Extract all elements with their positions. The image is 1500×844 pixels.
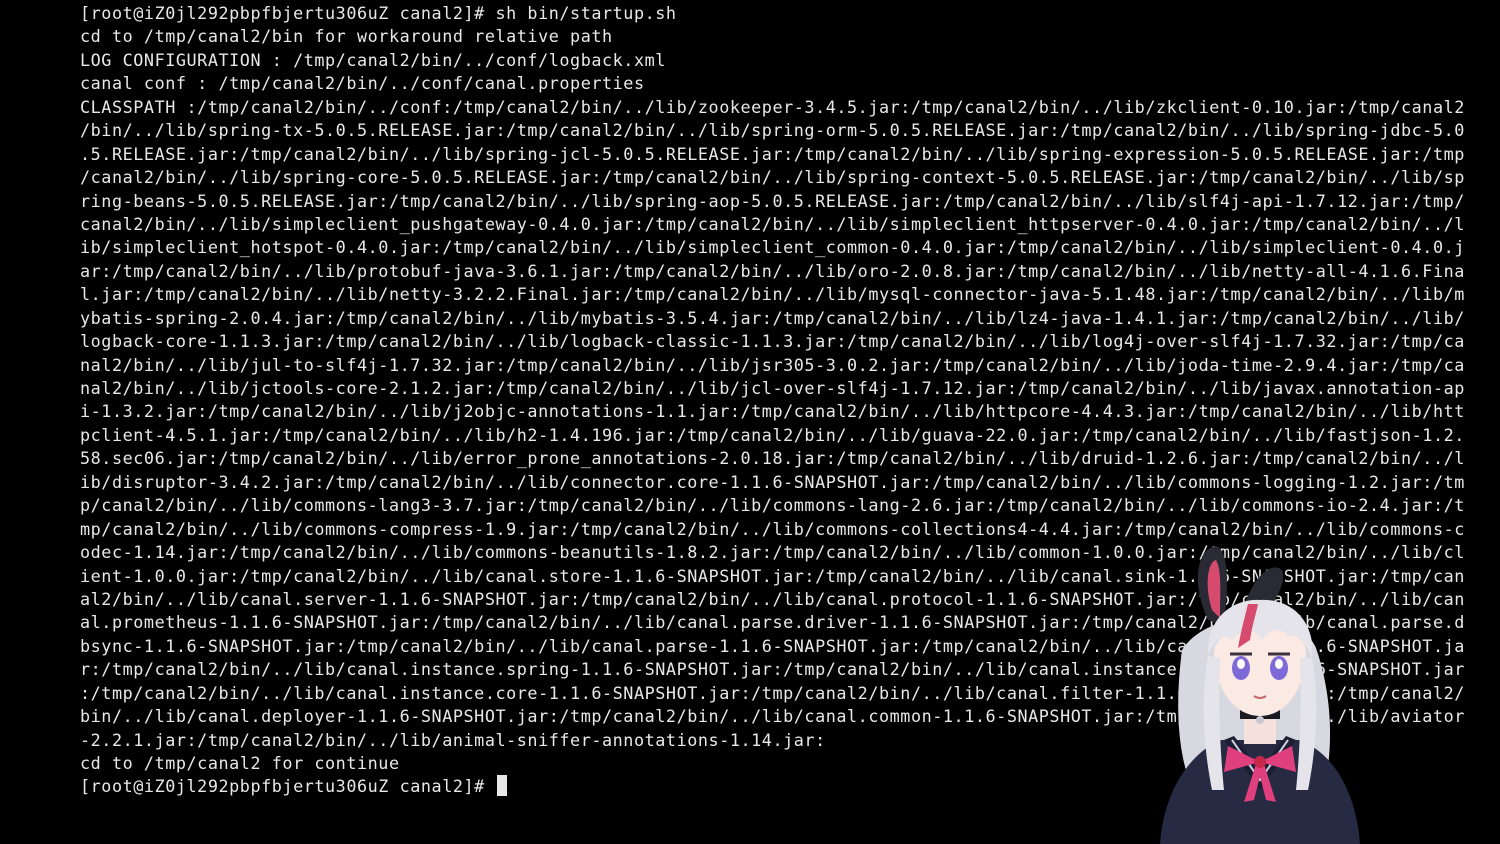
shell-prompt: [root@iZ0jl292pbpfbjertu306uZ canal2]#: [80, 776, 496, 797]
anime-avatar-icon: [1160, 546, 1360, 844]
terminal-window[interactable]: [root@iZ0jl292pbpfbjertu306uZ canal2]# s…: [0, 0, 1500, 844]
terminal-line: p/canal2/bin/../lib/commons-lang3-3.7.ja…: [80, 495, 1465, 516]
terminal-line: /canal2/bin/../lib/spring-core-5.0.5.REL…: [80, 167, 1465, 188]
terminal-line: ybatis-spring-2.0.4.jar:/tmp/canal2/bin/…: [80, 307, 1465, 328]
terminal-line: nal2/bin/../lib/jul-to-slf4j-1.7.32.jar:…: [80, 354, 1465, 375]
text-cursor[interactable]: [497, 775, 508, 797]
terminal-line: ib/disruptor-3.4.2.jar:/tmp/canal2/bin/.…: [80, 471, 1465, 492]
terminal-line: LOG CONFIGURATION : /tmp/canal2/bin/../c…: [80, 49, 666, 70]
terminal-line: pclient-4.5.1.jar:/tmp/canal2/bin/../lib…: [80, 424, 1465, 445]
terminal-line: logback-core-1.1.3.jar:/tmp/canal2/bin/.…: [80, 331, 1465, 352]
terminal-line: ar:/tmp/canal2/bin/../lib/protobuf-java-…: [80, 260, 1465, 281]
terminal-line: mp/canal2/bin/../lib/commons-compress-1.…: [80, 518, 1465, 539]
terminal-line: /bin/../lib/spring-tx-5.0.5.RELEASE.jar:…: [80, 120, 1465, 141]
terminal-line: [root@iZ0jl292pbpfbjertu306uZ canal2]# s…: [80, 3, 677, 23]
terminal-line: canal conf : /tmp/canal2/bin/../conf/can…: [80, 73, 645, 94]
terminal-line: ib/simpleclient_hotspot-0.4.0.jar:/tmp/c…: [80, 237, 1465, 258]
terminal-line: cd to /tmp/canal2/bin for workaround rel…: [80, 26, 613, 47]
terminal-line: l.jar:/tmp/canal2/bin/../lib/netty-3.2.2…: [80, 284, 1465, 305]
terminal-line: nal2/bin/../lib/jctools-core-2.1.2.jar:/…: [80, 378, 1465, 398]
terminal-line: CLASSPATH :/tmp/canal2/bin/../conf:/tmp/…: [80, 96, 1465, 117]
terminal-line: .5.RELEASE.jar:/tmp/canal2/bin/../lib/sp…: [80, 143, 1465, 164]
terminal-line: 58.sec06.jar:/tmp/canal2/bin/../lib/erro…: [80, 448, 1465, 469]
terminal-line: ring-beans-5.0.5.RELEASE.jar:/tmp/canal2…: [80, 190, 1465, 211]
terminal-line: i-1.3.2.jar:/tmp/canal2/bin/../lib/j2obj…: [80, 401, 1465, 422]
terminal-line: canal2/bin/../lib/simpleclient_pushgatew…: [80, 213, 1465, 234]
